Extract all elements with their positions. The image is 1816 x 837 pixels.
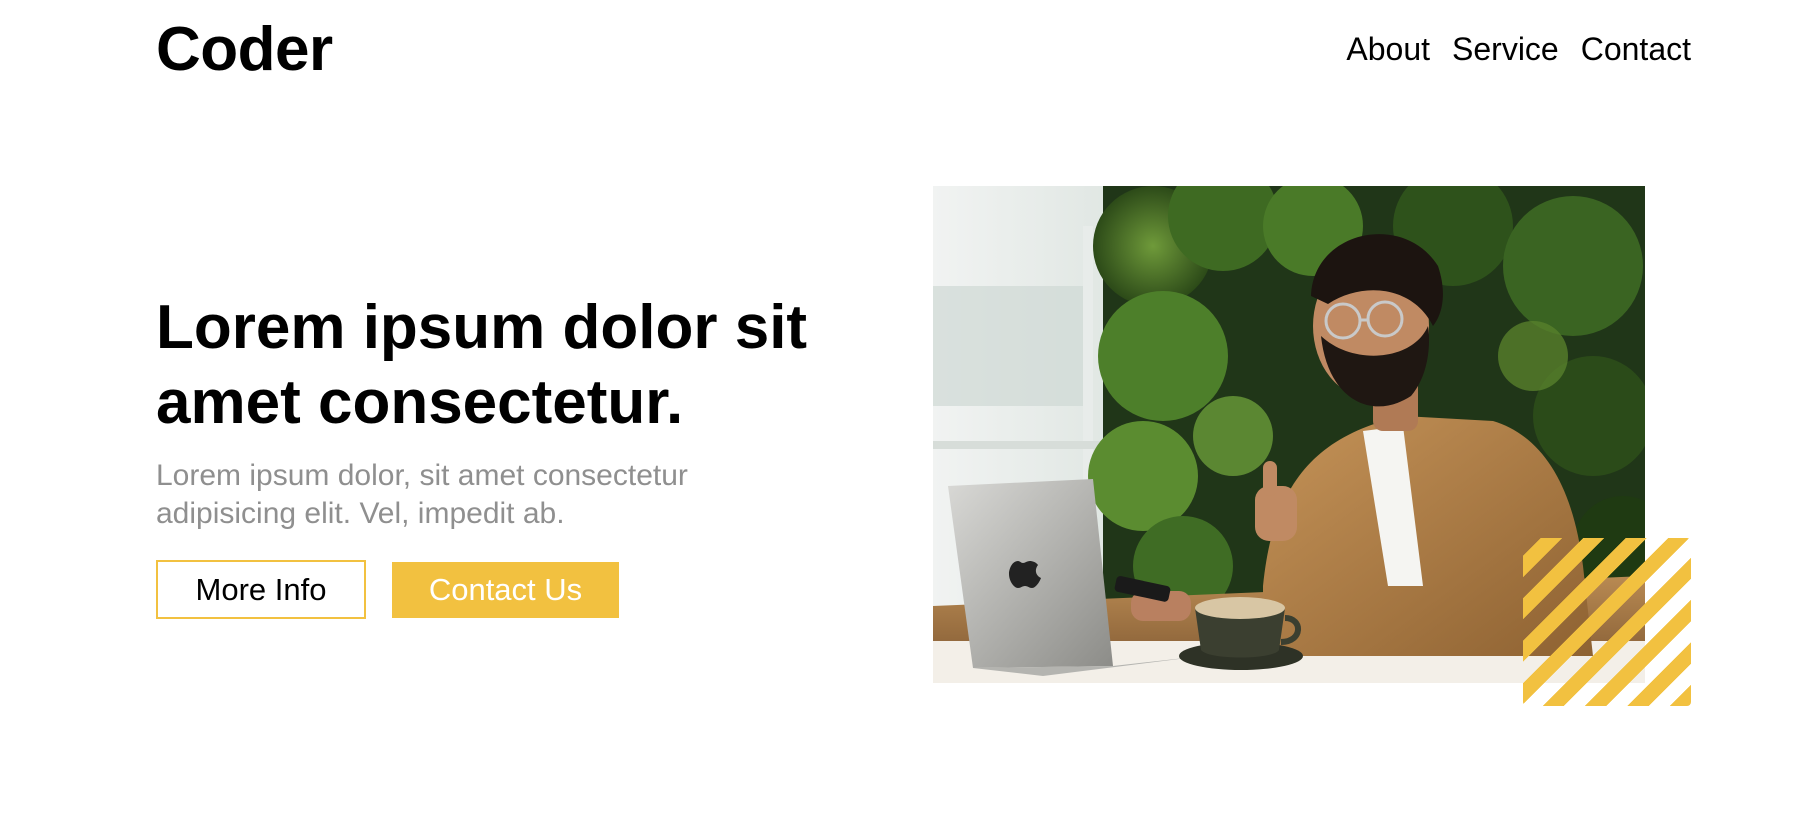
contact-us-button[interactable]: Contact Us [392, 562, 619, 618]
site-logo[interactable]: Coder [156, 12, 333, 87]
hero-title-line-2: amet consectetur. [156, 368, 684, 437]
nav-link-about[interactable]: About [1346, 28, 1430, 70]
hero-subtitle-line-2: adipisicing elit. Vel, impedit ab. [156, 497, 565, 530]
yellow-stripes-decoration [1523, 538, 1691, 706]
nav-link-contact[interactable]: Contact [1581, 28, 1691, 70]
hero-title-line-1: Lorem ipsum dolor sit [156, 293, 808, 362]
main-nav: About Service Contact [1346, 28, 1691, 70]
landing-page: Coder About Service Contact Lorem ipsum … [0, 0, 1816, 837]
hero-subtitle-line-1: Lorem ipsum dolor, sit amet consectetur [156, 459, 688, 492]
hero-subtitle: Lorem ipsum dolor, sit amet consectetur … [156, 457, 816, 533]
more-info-button[interactable]: More Info [156, 560, 366, 619]
hero-title: Lorem ipsum dolor sit amet consectetur. [156, 290, 916, 440]
nav-link-service[interactable]: Service [1452, 28, 1559, 70]
